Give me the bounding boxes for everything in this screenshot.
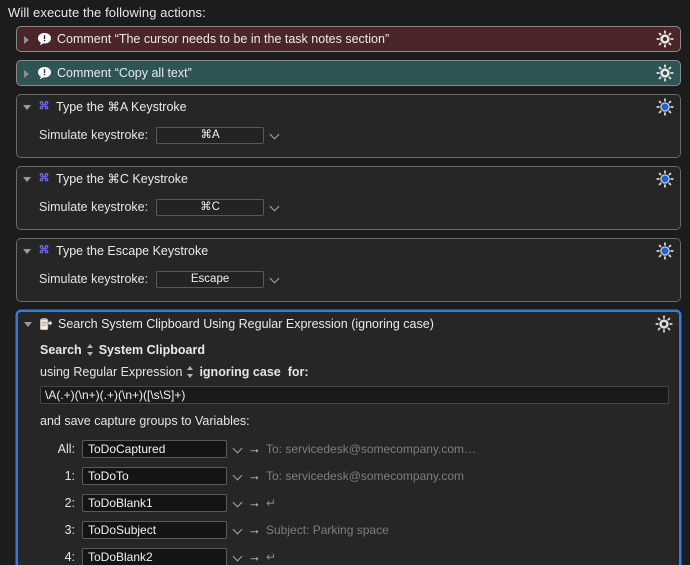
disclosure-triangle-icon[interactable] (22, 174, 33, 185)
chevron-down-icon[interactable] (231, 523, 245, 537)
action-header[interactable]: Type the ⌘C Keystroke (17, 167, 680, 191)
search-mode-row[interactable]: using Regular Expression ignoring case f… (40, 362, 669, 382)
command-key-icon (37, 244, 51, 258)
disclosure-triangle-icon[interactable] (22, 246, 33, 257)
search-source-row[interactable]: Search System Clipboard (40, 340, 669, 360)
disclosure-triangle-icon[interactable] (22, 102, 33, 113)
capture-index: 1: (64, 468, 75, 483)
disclosure-triangle-icon[interactable] (22, 68, 33, 79)
simulate-keystroke-row: Simulate keystroke: Escape (39, 267, 670, 291)
action-header[interactable]: Type the ⌘A Keystroke (17, 95, 680, 119)
chevron-down-icon[interactable] (268, 200, 282, 214)
action-title: Type the Escape Keystroke (56, 244, 209, 258)
gear-icon[interactable] (656, 242, 674, 260)
capture-index: All: (57, 441, 75, 456)
keystroke-input[interactable]: ⌘A (156, 126, 265, 144)
action-comment-cursor-notes[interactable]: Comment “The cursor needs to be in the t… (16, 26, 681, 52)
chevron-down-icon[interactable] (231, 496, 245, 510)
action-search-system-clipboard[interactable]: Search System Clipboard Using Regular Ex… (16, 310, 681, 565)
arrow-right-icon: → (248, 521, 261, 537)
keystroke-input[interactable]: Escape (156, 270, 265, 288)
variable-input[interactable]: ToDoCaptured (82, 439, 227, 458)
search-source-value[interactable]: System Clipboard (99, 343, 205, 357)
action-type-keystroke-cmd-a[interactable]: Type the ⌘A Keystroke Simulate keystroke… (16, 94, 681, 158)
capture-index: 3: (64, 522, 75, 537)
action-title: Comment “Copy all text” (57, 66, 192, 80)
simulate-keystroke-label: Simulate keystroke: (39, 128, 149, 142)
comment-exclamation-icon (37, 32, 52, 47)
variable-input[interactable]: ToDoBlank2 (82, 547, 227, 565)
gear-icon[interactable] (656, 30, 674, 48)
arrow-right-icon: → (248, 548, 261, 564)
simulate-keystroke-row: Simulate keystroke: ⌘A (39, 123, 670, 147)
arrow-right-icon: → (248, 440, 261, 456)
macro-actions-panel: Will execute the following actions: Comm… (0, 0, 690, 565)
capture-groups-table: All: ToDoCaptured → To: servicedesk@some… (40, 435, 669, 565)
action-header[interactable]: Search System Clipboard Using Regular Ex… (18, 312, 679, 336)
action-body: Simulate keystroke: ⌘C (17, 191, 680, 229)
case-option-value[interactable]: ignoring case (199, 365, 280, 379)
save-capture-groups-label: and save capture groups to Variables: (40, 414, 250, 428)
capture-preview: Subject: Parking space (266, 522, 389, 537)
variable-input[interactable]: ToDoBlank1 (82, 493, 227, 512)
for-label: for: (287, 365, 309, 379)
keystroke-input[interactable]: ⌘C (156, 198, 265, 216)
action-title: Search System Clipboard Using Regular Ex… (58, 317, 434, 331)
table-row[interactable]: 3: ToDoSubject → Subject: Parking space (40, 516, 669, 543)
gear-icon[interactable] (655, 315, 673, 333)
variable-input[interactable]: ToDoSubject (82, 520, 227, 539)
capture-preview: To: servicedesk@somecompany.com (266, 468, 465, 483)
regex-input[interactable]: \A(.+)(\n+)(.+)(\n+)([\s\S]+) (40, 386, 669, 404)
using-regex-label: using Regular Expression (40, 365, 183, 379)
action-title: Type the ⌘C Keystroke (56, 172, 189, 186)
action-header[interactable]: Type the Escape Keystroke (17, 239, 680, 263)
action-type-keystroke-cmd-c[interactable]: Type the ⌘C Keystroke Simulate keystroke… (16, 166, 681, 230)
chevron-down-icon[interactable] (231, 469, 245, 483)
action-body: Simulate keystroke: Escape (17, 263, 680, 301)
table-row[interactable]: 2: ToDoBlank1 → ↵ (40, 489, 669, 516)
stepper-updown-icon[interactable] (186, 365, 195, 379)
disclosure-triangle-icon[interactable] (23, 319, 34, 330)
capture-index: 2: (64, 495, 75, 510)
table-row[interactable]: 4: ToDoBlank2 → ↵ (40, 543, 669, 565)
table-row[interactable]: All: ToDoCaptured → To: servicedesk@some… (40, 435, 669, 462)
gear-icon[interactable] (656, 170, 674, 188)
arrow-right-icon: → (248, 494, 261, 510)
capture-preview: ↵ (266, 549, 277, 564)
arrow-right-icon: → (248, 467, 261, 483)
table-row[interactable]: 1: ToDoTo → To: servicedesk@somecompany.… (40, 462, 669, 489)
action-body: Simulate keystroke: ⌘A (17, 119, 680, 157)
action-type-keystroke-escape[interactable]: Type the Escape Keystroke Simulate keyst… (16, 238, 681, 302)
clipboard-arrow-icon (38, 317, 53, 332)
chevron-down-icon[interactable] (268, 272, 282, 286)
simulate-keystroke-label: Simulate keystroke: (39, 272, 149, 286)
gear-icon[interactable] (656, 64, 674, 82)
gear-icon[interactable] (656, 98, 674, 116)
chevron-down-icon[interactable] (268, 128, 282, 142)
action-title: Comment “The cursor needs to be in the t… (57, 32, 390, 46)
chevron-down-icon[interactable] (231, 442, 245, 456)
disclosure-triangle-icon[interactable] (22, 34, 33, 45)
stepper-updown-icon[interactable] (86, 343, 95, 357)
action-comment-copy-all-text[interactable]: Comment “Copy all text” (16, 60, 681, 86)
simulate-keystroke-row: Simulate keystroke: ⌘C (39, 195, 670, 219)
capture-index: 4: (64, 549, 75, 564)
search-label: Search (40, 343, 82, 357)
chevron-down-icon[interactable] (231, 550, 245, 564)
command-key-icon (37, 100, 51, 114)
simulate-keystroke-label: Simulate keystroke: (39, 200, 149, 214)
action-title: Type the ⌘A Keystroke (56, 100, 187, 114)
capture-preview: To: servicedesk@somecompany.com… (266, 441, 477, 456)
command-key-icon (37, 172, 51, 186)
capture-preview: ↵ (266, 495, 277, 510)
search-action-body: Search System Clipboard using Regular Ex… (18, 336, 679, 565)
comment-exclamation-icon (37, 66, 52, 81)
variable-input[interactable]: ToDoTo (82, 466, 227, 485)
page-title: Will execute the following actions: (8, 5, 206, 20)
